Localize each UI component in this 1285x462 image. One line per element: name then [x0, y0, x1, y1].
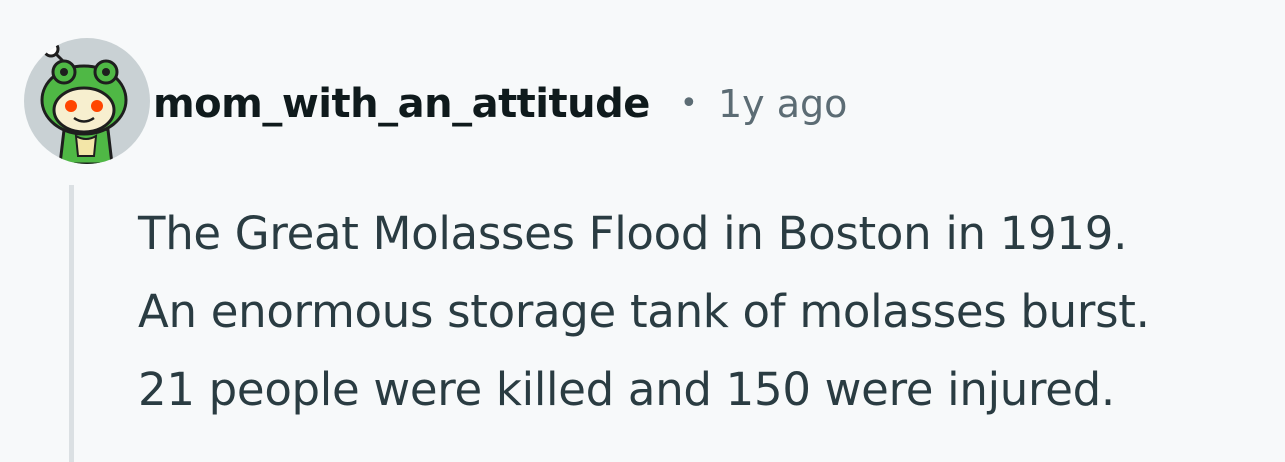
user-avatar[interactable] — [24, 38, 150, 164]
comment-body-line: An enormous storage tank of molasses bur… — [138, 285, 1150, 338]
comment-body-line: The Great Molasses Flood in Boston in 19… — [138, 207, 1128, 260]
thread-line[interactable] — [69, 185, 74, 462]
meta-separator: • — [680, 86, 698, 121]
comment-body: The Great Molasses Flood in Boston in 19… — [138, 195, 1278, 429]
comment-body-line: 21 people were killed and 150 were injur… — [138, 363, 1115, 416]
snoo-avatar-icon — [24, 38, 150, 164]
comment-timestamp[interactable]: 1y ago — [718, 78, 847, 130]
comment-author-link[interactable]: mom_with_an_attitude — [153, 78, 650, 130]
